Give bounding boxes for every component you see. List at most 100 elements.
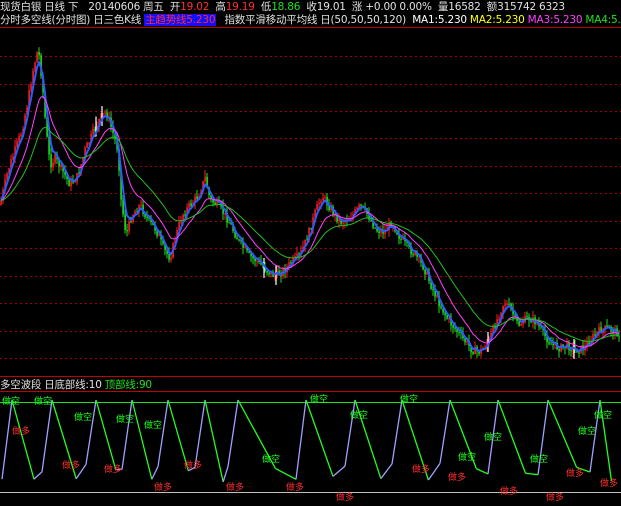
buy-signal: 做多 <box>226 481 244 493</box>
candle-body <box>204 176 206 182</box>
oscillator-segment <box>131 399 153 480</box>
candle-body <box>412 254 414 256</box>
sell-signal: 做空 <box>262 453 280 465</box>
candle-body <box>342 222 344 224</box>
buy-signal: 做多 <box>154 481 172 493</box>
oscillator-segment <box>33 471 43 480</box>
candle-body <box>558 349 560 352</box>
buy-signal: 做多 <box>600 477 618 489</box>
sell-signal: 做空 <box>578 425 596 437</box>
candle-body <box>552 343 554 346</box>
candle-body <box>570 350 572 352</box>
oscillator-segment <box>121 399 133 470</box>
candle-body <box>432 288 434 291</box>
candle-body <box>356 207 358 210</box>
candle-body <box>124 214 126 231</box>
buy-signal: 做多 <box>566 467 584 479</box>
candle-body <box>38 52 40 56</box>
candle-body <box>190 203 192 206</box>
candle-body <box>170 257 172 260</box>
buy-signal: 做多 <box>286 481 304 493</box>
candle-body <box>16 141 18 147</box>
candle-body <box>244 247 246 249</box>
candle-body <box>358 204 360 208</box>
sell-signal: 做空 <box>400 393 418 405</box>
oscillator-segment <box>1 399 13 480</box>
candle-body <box>504 304 506 306</box>
oscillator-segment <box>344 399 356 467</box>
oscillator-segment <box>11 399 35 480</box>
candle-body <box>126 230 128 232</box>
oscillator-segment <box>476 468 489 475</box>
candle-body <box>268 272 270 275</box>
sell-signal: 做空 <box>34 395 52 407</box>
buy-signal: 做多 <box>412 463 430 475</box>
candle-body <box>316 204 318 211</box>
candle-body <box>256 261 258 263</box>
sell-signal: 做空 <box>144 419 162 431</box>
candle-body <box>606 325 608 327</box>
oscillator-segment <box>85 399 97 465</box>
sell-signal: 做空 <box>530 453 548 465</box>
sell-signal: 做空 <box>594 409 612 421</box>
sell-signal: 做空 <box>310 393 328 405</box>
sell-signal: 做空 <box>2 395 20 407</box>
sell-signal: 做空 <box>74 411 92 423</box>
oscillator-segment <box>439 399 451 464</box>
candle-body <box>444 312 446 316</box>
buy-signal: 做多 <box>104 463 122 475</box>
candle-body <box>458 331 460 333</box>
candle-body <box>228 222 230 224</box>
candle-body <box>378 231 380 234</box>
candle-body <box>20 134 22 137</box>
candle-body <box>506 303 508 305</box>
candle-body <box>214 202 216 205</box>
candle-body <box>0 200 2 205</box>
sell-signal: 做空 <box>484 431 502 443</box>
candle-body <box>424 269 426 275</box>
candle-body <box>238 239 240 241</box>
candle-body <box>104 112 106 114</box>
candle-body <box>454 327 456 329</box>
candle-body <box>472 352 474 355</box>
sell-signal: 做空 <box>116 413 134 425</box>
oscillator-segment <box>95 399 117 470</box>
candle-body <box>498 318 500 320</box>
candle-body <box>128 221 130 232</box>
candle-body <box>374 227 376 229</box>
candlesticks <box>0 47 620 359</box>
candle-body <box>92 128 94 135</box>
oscillator-segment <box>41 399 53 472</box>
buy-signal: 做多 <box>448 471 466 483</box>
candle-body <box>140 204 142 206</box>
candle-body <box>338 219 340 222</box>
buy-signal: 做多 <box>184 459 202 471</box>
oscillator-segment <box>305 399 334 477</box>
candle-body <box>88 142 90 144</box>
buy-signal: 做多 <box>546 491 564 503</box>
oscillator-segment <box>427 462 441 481</box>
candle-body <box>54 154 56 163</box>
oscillator-segment <box>525 472 539 476</box>
oscillator-segment <box>295 399 307 480</box>
oscillator-segment <box>275 467 297 480</box>
oscillator-segment <box>157 399 169 467</box>
candle-body <box>548 342 550 344</box>
candle-body <box>50 154 52 168</box>
price-chart[interactable]: 做空 做空做空 做空做空做空做空做空做空做空做空做空做空做空做多做多 做多做多做多做多… <box>0 0 621 506</box>
candle-body <box>70 180 72 187</box>
oscillator-segment <box>227 399 239 467</box>
candle-body <box>168 253 170 260</box>
oscillator-panel <box>1 399 613 483</box>
oscillator-segment <box>194 399 206 468</box>
candle-body <box>266 271 268 273</box>
trend-line <box>0 59 620 353</box>
candle-body <box>236 237 238 240</box>
candle-body <box>618 336 620 338</box>
oscillator-segment <box>204 399 224 482</box>
buy-signal: 做多 <box>12 425 30 437</box>
oscillator-segment <box>380 463 393 479</box>
candle-body <box>452 325 454 328</box>
candle-body <box>18 136 20 142</box>
candle-body <box>520 324 522 326</box>
